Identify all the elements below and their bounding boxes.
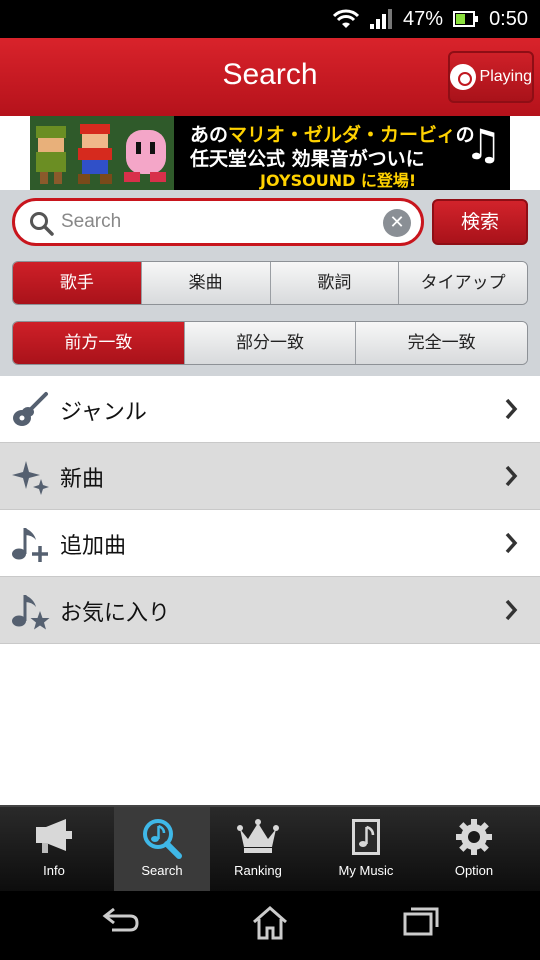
tab-label: My Music xyxy=(338,863,394,878)
tab-lyrics[interactable]: 歌詞 xyxy=(269,262,399,304)
list-item-label: 追加曲 xyxy=(60,534,127,559)
list-item-new-songs[interactable]: 新曲 xyxy=(0,443,540,510)
list-item-favorites[interactable]: お気に入り xyxy=(0,577,540,644)
chevron-right-icon xyxy=(505,532,518,554)
chevron-right-icon xyxy=(505,599,518,621)
app-root: 47% 0:50 Search Playing あのマリオ・ゼルダ・カービィの … xyxy=(0,0,540,960)
crown-icon xyxy=(237,819,279,853)
playing-button[interactable]: Playing xyxy=(448,51,534,103)
back-icon[interactable] xyxy=(102,905,140,935)
match-segmented-control: 前方一致 部分一致 完全一致 xyxy=(12,321,528,365)
tab-option[interactable]: Option xyxy=(420,807,528,891)
sparkle-icon xyxy=(12,461,49,495)
search-panel: ✕ 検索 歌手 楽曲 歌詞 タイアップ 前方一致 部分一致 完全一致 xyxy=(0,190,540,376)
bottom-tab-bar: Info Search Ranking My Music Option xyxy=(0,805,540,891)
clock: 0:50 xyxy=(489,7,528,30)
list-item-label: お気に入り xyxy=(60,601,171,626)
search-note-icon xyxy=(143,819,182,859)
gear-icon xyxy=(456,819,492,855)
list-item-added-songs[interactable]: 追加曲 xyxy=(0,510,540,577)
ad-banner[interactable]: あのマリオ・ゼルダ・カービィの 任天堂公式 効果音がついに JOYSOUND に… xyxy=(30,116,510,190)
battery-percent: 47% xyxy=(403,7,444,30)
music-note-plus-icon xyxy=(12,528,48,562)
banner-line1-pre: あの xyxy=(190,124,229,146)
system-nav-bar xyxy=(0,891,540,960)
tab-label: Search xyxy=(141,863,183,878)
list-item-label: ジャンル xyxy=(60,400,147,425)
status-bar: 47% 0:50 xyxy=(0,0,540,38)
search-icon xyxy=(30,212,54,236)
guitar-icon xyxy=(13,392,48,426)
megaphone-icon xyxy=(36,819,72,853)
clear-icon[interactable]: ✕ xyxy=(383,209,411,237)
tab-tie-up[interactable]: タイアップ xyxy=(398,262,527,304)
tab-exact-match[interactable]: 完全一致 xyxy=(355,322,527,364)
list-item-genre[interactable]: ジャンル xyxy=(0,376,540,443)
tab-partial-match[interactable]: 部分一致 xyxy=(183,322,356,364)
tab-artist[interactable]: 歌手 xyxy=(13,262,141,304)
battery-icon xyxy=(453,11,479,27)
home-icon[interactable] xyxy=(251,905,289,941)
tab-prefix-match[interactable]: 前方一致 xyxy=(13,322,184,364)
wifi-icon xyxy=(333,9,360,28)
playing-label: Playing xyxy=(479,68,532,85)
header-bar: Search Playing xyxy=(0,38,540,116)
music-file-icon xyxy=(352,819,380,855)
tab-ranking[interactable]: Ranking xyxy=(204,807,312,891)
search-input[interactable] xyxy=(61,207,381,237)
category-segmented-control: 歌手 楽曲 歌詞 タイアップ xyxy=(12,261,528,305)
tab-label: Ranking xyxy=(234,863,282,878)
list-item-label: 新曲 xyxy=(60,467,105,492)
chevron-right-icon xyxy=(505,398,518,420)
disc-icon xyxy=(450,64,476,90)
music-note-icon: ♫ xyxy=(464,120,502,169)
recent-apps-icon[interactable] xyxy=(402,905,440,937)
banner-line3: JOYSOUND に登場! xyxy=(260,171,417,190)
tab-label: Option xyxy=(454,863,494,878)
banner-line1-highlight: マリオ・ゼルダ・カービィ xyxy=(228,124,456,146)
chevron-right-icon xyxy=(505,465,518,487)
tab-search[interactable]: Search xyxy=(114,807,210,891)
search-field[interactable]: ✕ xyxy=(12,198,424,246)
search-submit-button[interactable]: 検索 xyxy=(432,199,528,245)
tab-info[interactable]: Info xyxy=(0,807,108,891)
tab-label: Info xyxy=(43,863,65,878)
tab-song[interactable]: 楽曲 xyxy=(140,262,270,304)
signal-icon xyxy=(370,9,393,29)
music-note-star-icon xyxy=(12,595,50,630)
tab-my-music[interactable]: My Music xyxy=(312,807,420,891)
banner-text: あのマリオ・ゼルダ・カービィの 任天堂公式 効果音がついに JOYSOUND に… xyxy=(180,116,510,190)
browse-list: ジャンル 新曲 追加曲 お気に入り xyxy=(0,376,540,644)
game-sprites-image xyxy=(30,116,174,190)
